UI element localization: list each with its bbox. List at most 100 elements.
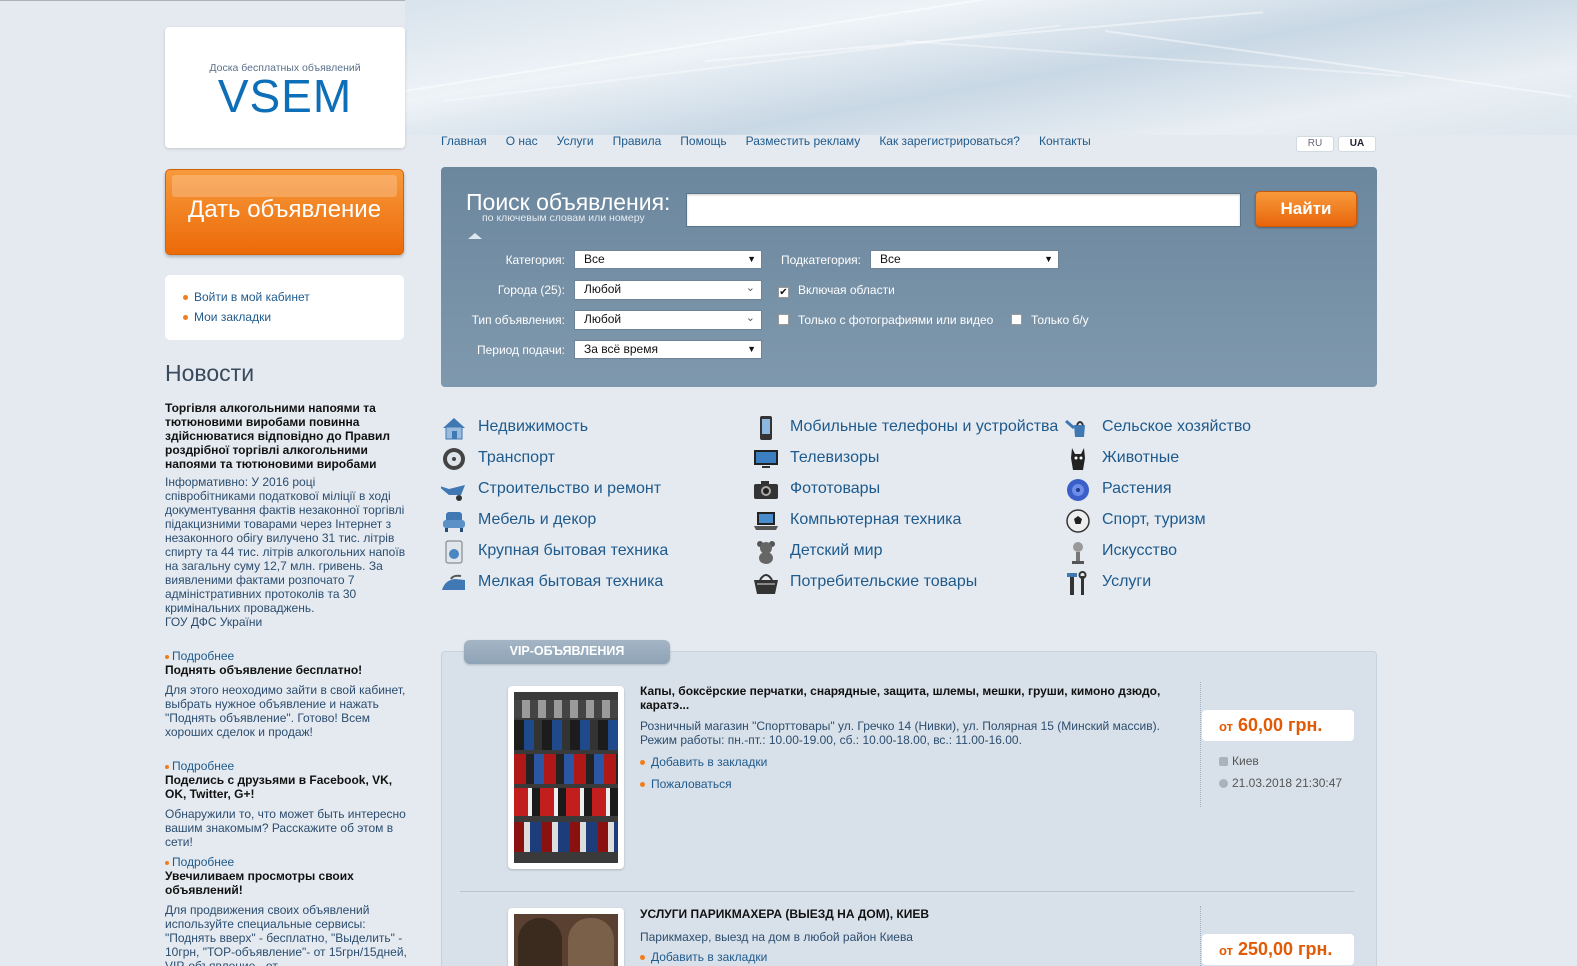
nav-contacts[interactable]: Контакты — [1039, 134, 1091, 148]
ad-thumbnail[interactable] — [508, 908, 624, 966]
lang-ru[interactable]: RU — [1296, 136, 1334, 152]
news-body: Інформативно: У 2016 році співробітникам… — [165, 475, 406, 629]
news-title[interactable]: Поднять объявление бесплатно! — [165, 663, 407, 677]
news-body: Обнаружили то, что может быть интересно … — [165, 807, 406, 849]
city-select[interactable]: Любой ⌄ — [574, 280, 762, 300]
ad-photo-hairstyle — [514, 914, 618, 966]
phone-icon — [760, 416, 772, 440]
subcategory-label: Подкатегория: — [781, 253, 861, 267]
ad-price: от 250,00 грн. — [1202, 934, 1354, 965]
chevron-down-icon: ⌄ — [745, 282, 755, 294]
nav-home[interactable]: Главная — [441, 134, 487, 148]
nav-rules[interactable]: Правила — [613, 134, 662, 148]
checkbox-icon — [778, 314, 789, 325]
art-icon — [1072, 542, 1084, 564]
tv-icon — [754, 450, 778, 468]
checkbox-icon — [1011, 314, 1022, 325]
login-cabinet-link[interactable]: Войти в мой кабинет — [183, 287, 404, 307]
ad-type-select[interactable]: Любой ⌄ — [574, 310, 762, 330]
news-item: Торгівля алкогольними напоями та тютюнов… — [165, 401, 407, 663]
search-panel: Поиск объявления: по ключевым словам или… — [441, 167, 1377, 387]
city-label: Города (25): — [497, 283, 565, 297]
laptop-icon — [754, 512, 778, 530]
nav-services[interactable]: Услуги — [557, 134, 594, 148]
add-bookmark-link[interactable]: Добавить в закладки — [640, 950, 767, 964]
vip-tab[interactable]: VIP-ОБЪЯВЛЕНИЯ — [464, 640, 670, 664]
ad-thumbnail[interactable] — [508, 686, 624, 869]
ad-title[interactable]: Капы, боксёрские перчатки, снарядные, за… — [640, 684, 1180, 712]
news-item: Поделись с друзьями в Facebook, VK, OK, … — [165, 773, 407, 869]
wheelbarrow-icon — [441, 485, 465, 501]
clock-icon — [1219, 779, 1228, 788]
period-label: Период подачи: — [476, 343, 565, 357]
post-ad-button-label: Дать объявление — [187, 196, 382, 223]
subcategory-select[interactable]: Все ▼ — [870, 250, 1059, 269]
include-regions-checkbox[interactable]: ✔ Включая области — [778, 283, 895, 298]
logo-wordmark: VSEM — [217, 70, 353, 122]
nav-help[interactable]: Помощь — [680, 134, 726, 148]
with-photo-checkbox[interactable]: Только с фотографиями или видео — [778, 313, 993, 327]
news-heading: Новости — [165, 360, 255, 386]
category-label: Категория: — [505, 253, 565, 267]
nav-register[interactable]: Как зарегистрироваться? — [879, 134, 1020, 148]
header-banner — [405, 0, 1577, 135]
search-subtitle: по ключевым словам или номеру — [482, 212, 645, 224]
ad-title[interactable]: УСЛУГИ ПАРИКМАХЕРА (ВЫЕЗД НА ДОМ), КИЕВ — [640, 907, 1180, 921]
search-button[interactable]: Найти — [1255, 191, 1357, 227]
divider — [1200, 906, 1201, 966]
wheel-icon — [443, 448, 465, 470]
camera-icon — [754, 481, 778, 499]
dropdown-arrow-icon: ▼ — [1044, 254, 1053, 264]
ad-separator — [460, 891, 1354, 892]
main-nav: Главная О нас Услуги Правила Помощь Разместит… — [441, 134, 1110, 148]
ad-description: Розничный магазин "Спорттовары" ул. Греч… — [640, 719, 1160, 747]
ad-photo-boxing-gloves — [514, 692, 618, 863]
collapse-arrow-icon[interactable] — [468, 233, 482, 239]
ball-icon — [1066, 509, 1090, 533]
ad-description: Парикмахер, выезд на дом в любой район К… — [640, 930, 913, 944]
basket-icon — [754, 574, 778, 594]
vip-ads-section: Капы, боксёрские перчатки, снарядные, за… — [441, 651, 1377, 966]
news-body: Для продвижения своих объявлений использ… — [165, 903, 407, 966]
news-title[interactable]: Поделись с друзьями в Facebook, VK, OK, … — [165, 773, 407, 801]
ad-city: Киев — [1219, 754, 1259, 768]
teddy-bear-icon — [757, 541, 775, 564]
period-select[interactable]: За всё время ▼ — [574, 340, 762, 359]
post-ad-button[interactable]: Дать объявление — [165, 169, 404, 255]
nav-advertise[interactable]: Разместить рекламу — [746, 134, 861, 148]
dropdown-arrow-icon: ▼ — [747, 254, 756, 264]
watering-can-icon — [1065, 419, 1085, 437]
nav-about[interactable]: О нас — [506, 134, 538, 148]
ad-type-label: Тип объявления: — [471, 313, 565, 327]
add-bookmark-link[interactable]: Добавить в закладки — [640, 755, 767, 769]
news-more-link[interactable]: Подробнее — [165, 855, 407, 869]
news-title[interactable]: Торгівля алкогольними напоями та тютюнов… — [165, 401, 407, 471]
house-icon — [443, 418, 465, 440]
used-only-checkbox[interactable]: Только б/у — [1011, 313, 1089, 327]
building-icon — [1219, 757, 1228, 766]
category-select[interactable]: Все ▼ — [574, 250, 762, 269]
chevron-down-icon: ⌄ — [745, 312, 755, 324]
news-section: Новости Торгівля алкогольними напоями та… — [165, 360, 407, 966]
news-more-link[interactable]: Подробнее — [165, 759, 407, 773]
lang-ua[interactable]: UA — [1338, 136, 1376, 152]
complain-link[interactable]: Пожаловаться — [640, 777, 732, 791]
site-logo[interactable]: Доска бесплатных объявлений VSEM — [165, 27, 405, 148]
ad-price: от 60,00 грн. — [1202, 710, 1354, 741]
dropdown-arrow-icon: ▼ — [747, 344, 756, 354]
news-item: Поднять объявление бесплатно! Для этого … — [165, 663, 407, 773]
iron-icon — [442, 574, 465, 590]
language-switcher: RU UA — [1296, 133, 1380, 152]
flower-icon — [1067, 479, 1089, 501]
my-bookmarks-link[interactable]: Мои закладки — [183, 307, 404, 327]
news-title[interactable]: Увечиливаем просмотры своих объявлений! — [165, 869, 407, 897]
divider — [1200, 682, 1201, 807]
news-item: Увечиливаем просмотры своих объявлений! … — [165, 869, 407, 966]
tools-icon — [1067, 571, 1087, 595]
search-input[interactable] — [686, 193, 1241, 227]
washing-machine-icon — [445, 540, 463, 564]
cat-icon — [1071, 448, 1085, 470]
news-more-link[interactable]: Подробнее — [165, 649, 407, 663]
checkbox-icon: ✔ — [778, 287, 789, 298]
user-links-box: Войти в мой кабинет Мои закладки — [165, 275, 404, 340]
